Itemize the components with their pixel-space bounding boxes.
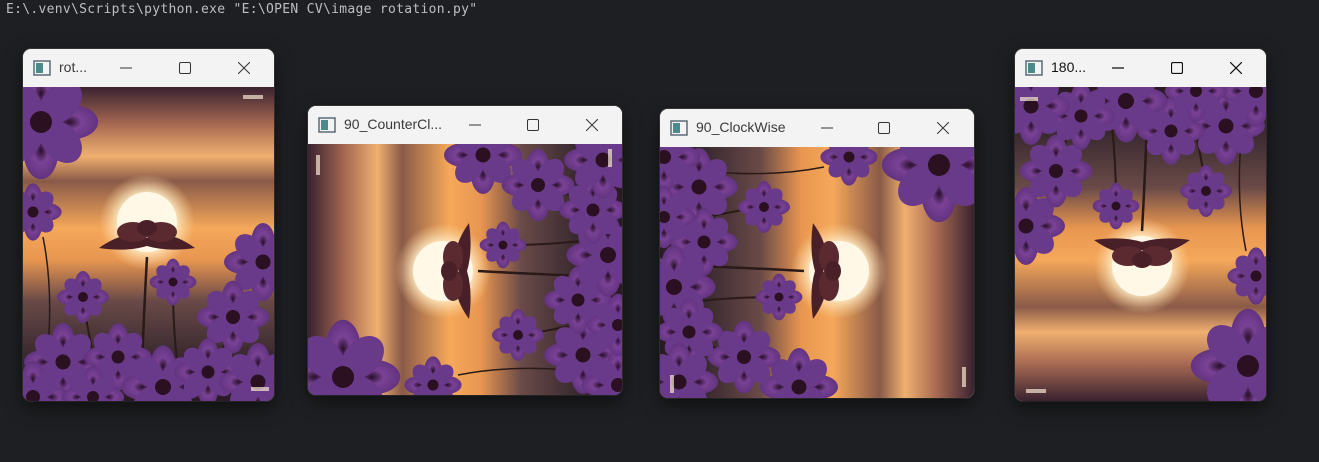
maximize-icon (179, 61, 191, 74)
minimize-button[interactable] (452, 106, 498, 143)
app-icon (318, 117, 336, 138)
app-icon (1025, 60, 1043, 81)
maximize-button[interactable] (861, 109, 907, 146)
close-icon (937, 121, 949, 134)
window-titlebar[interactable]: rot... (23, 49, 274, 86)
window-title: 90_ClockWise (696, 119, 786, 135)
close-icon (238, 61, 250, 74)
image-canvas (23, 87, 274, 401)
maximize-icon (878, 121, 890, 134)
maximize-button[interactable] (1154, 49, 1200, 86)
close-button[interactable] (920, 109, 966, 146)
window-titlebar[interactable]: 90_CounterCl... (308, 106, 622, 143)
image-graphic (660, 147, 974, 398)
window-counterclockwise[interactable]: 90_CounterCl... (308, 106, 622, 395)
flower-image (23, 87, 274, 401)
maximize-icon (527, 118, 539, 131)
close-button[interactable] (1213, 49, 1259, 86)
window-original[interactable]: rot... (23, 49, 274, 401)
app-icon (670, 120, 688, 141)
window-titlebar[interactable]: 90_ClockWise (660, 109, 974, 146)
image-graphic (308, 144, 622, 395)
image-canvas (660, 147, 974, 398)
minimize-button[interactable] (804, 109, 850, 146)
minimize-icon (469, 124, 481, 125)
minimize-button[interactable] (103, 49, 149, 86)
flower-image (308, 144, 622, 395)
close-icon (1230, 61, 1242, 74)
window-title: rot... (59, 59, 88, 75)
minimize-icon (821, 127, 833, 128)
close-button[interactable] (569, 106, 615, 143)
flower-image (660, 147, 974, 398)
minimize-button[interactable] (1095, 49, 1141, 86)
window-title: 90_CounterCl... (344, 116, 443, 132)
maximize-icon (1171, 61, 1183, 74)
image-canvas (308, 144, 622, 395)
window-rotate-180[interactable]: 180... (1015, 49, 1266, 401)
image-graphic (1015, 87, 1266, 401)
minimize-icon (1112, 66, 1124, 69)
flower-image (1015, 87, 1266, 401)
app-icon (33, 60, 51, 81)
window-clockwise[interactable]: 90_ClockWise (660, 109, 974, 398)
close-button[interactable] (221, 49, 267, 86)
maximize-button[interactable] (162, 49, 208, 86)
window-title: 180... (1051, 59, 1087, 75)
maximize-button[interactable] (510, 106, 556, 143)
terminal-command-line: E:\.venv\Scripts\python.exe "E:\OPEN CV\… (6, 2, 478, 17)
close-icon (586, 118, 598, 131)
minimize-icon (120, 67, 132, 68)
image-graphic (23, 87, 274, 401)
image-canvas (1015, 87, 1266, 401)
window-titlebar[interactable]: 180... (1015, 49, 1266, 86)
